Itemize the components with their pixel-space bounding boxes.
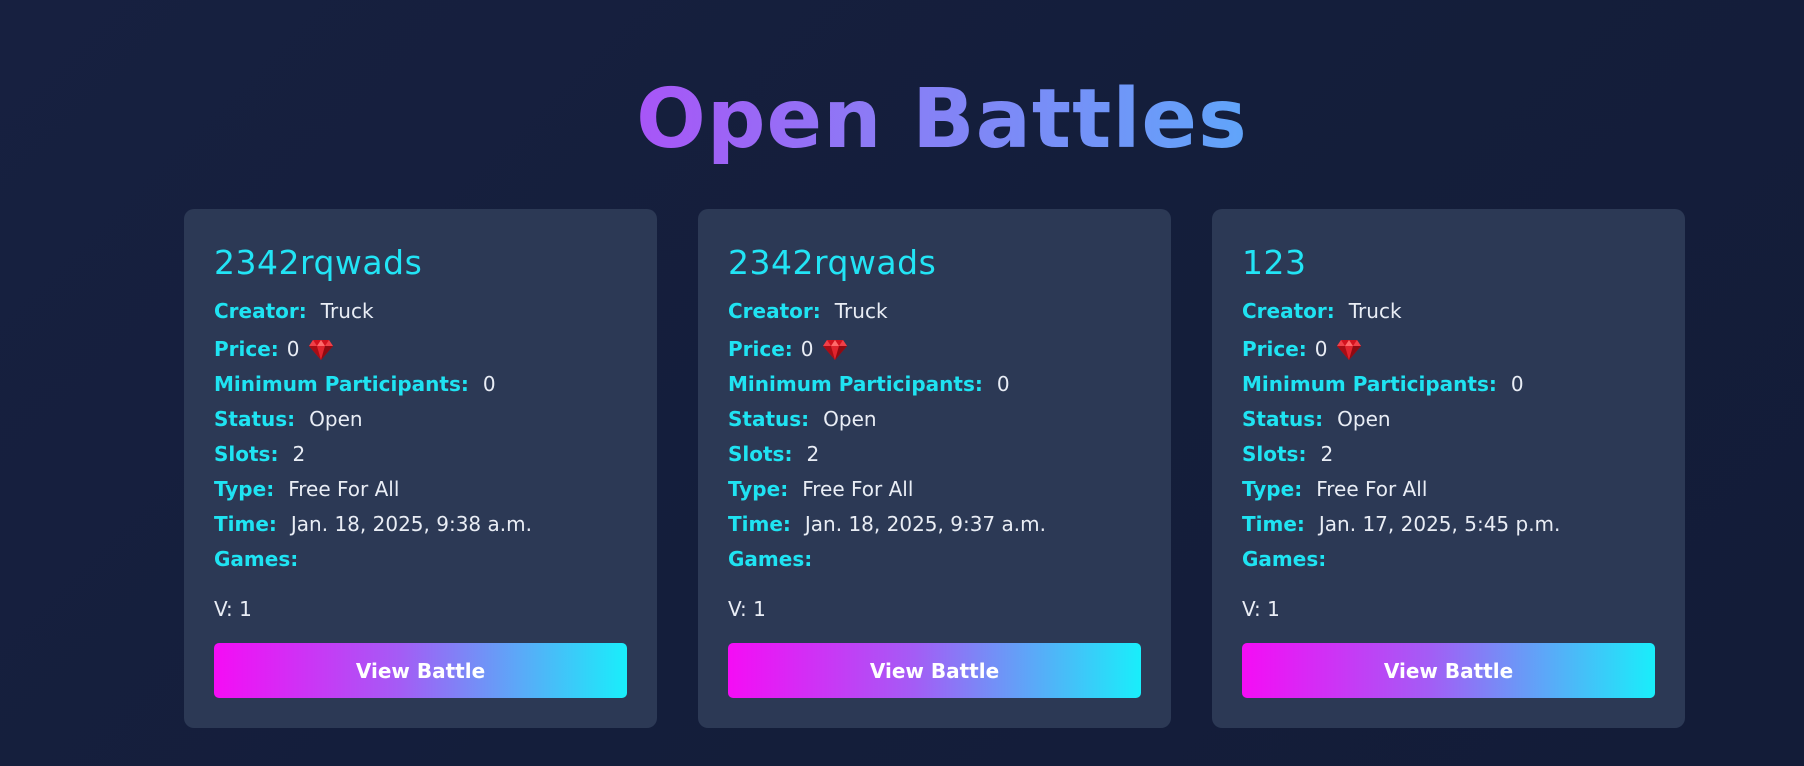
slots-label: Slots: [728,442,793,466]
time-value: Jan. 18, 2025, 9:37 a.m. [804,512,1046,536]
price-row: Price: 0 [214,332,627,367]
version-text: V: 1 [1242,597,1280,621]
games-label: Games: [214,547,299,571]
slots-row: Slots: 2 [1242,437,1655,472]
creator-label: Creator: [1242,299,1335,323]
time-value: Jan. 17, 2025, 5:45 p.m. [1318,512,1561,536]
gem-icon [308,339,333,360]
type-value: Free For All [802,477,914,501]
games-label: Games: [1242,547,1327,571]
min-participants-label: Minimum Participants: [214,372,469,396]
type-value: Free For All [288,477,400,501]
type-value: Free For All [1316,477,1428,501]
status-row: Status: Open [728,402,1141,437]
min-participants-value: 0 [482,372,496,396]
creator-row: Creator: Truck [728,291,1141,332]
time-value: Jan. 18, 2025, 9:38 a.m. [290,512,532,536]
games-label: Games: [728,547,813,571]
slots-row: Slots: 2 [728,437,1141,472]
min-participants-row: Minimum Participants: 0 [1242,367,1655,402]
status-value: Open [309,407,363,431]
open-battles-page: Open Battles 2342rqwads Creator: Truck P… [0,0,1804,766]
time-row: Time: Jan. 17, 2025, 5:45 p.m. [1242,507,1655,542]
slots-label: Slots: [1242,442,1307,466]
status-label: Status: [214,407,296,431]
price-value: 0 [800,337,814,361]
view-battle-button[interactable]: View Battle [214,643,627,698]
type-label: Type: [214,477,275,501]
status-row: Status: Open [1242,402,1655,437]
price-label: Price: [728,337,793,361]
time-row: Time: Jan. 18, 2025, 9:38 a.m. [214,507,627,542]
page-title: Open Battles [0,70,1804,170]
creator-row: Creator: Truck [1242,291,1655,332]
min-participants-value: 0 [1510,372,1524,396]
view-battle-button[interactable]: View Battle [1242,643,1655,698]
min-participants-value: 0 [996,372,1010,396]
status-label: Status: [1242,407,1324,431]
slots-value: 2 [1320,442,1334,466]
version-text: V: 1 [214,597,252,621]
creator-value: Truck [320,299,374,323]
version-text: V: 1 [728,597,766,621]
slots-value: 2 [292,442,306,466]
slots-row: Slots: 2 [214,437,627,472]
games-row: Games: [1242,542,1655,577]
gem-icon [1336,339,1361,360]
type-row: Type: Free For All [1242,472,1655,507]
gem-icon [822,339,847,360]
games-row: Games: [728,542,1141,577]
time-label: Time: [1242,512,1305,536]
page-title-text: Open Battles [636,72,1248,167]
min-participants-label: Minimum Participants: [728,372,983,396]
min-participants-row: Minimum Participants: 0 [214,367,627,402]
battle-card: 2342rqwads Creator: Truck Price: 0 Minim… [184,209,657,728]
status-label: Status: [728,407,810,431]
creator-value: Truck [834,299,888,323]
battle-name: 2342rqwads [214,243,423,282]
games-row: Games: [214,542,627,577]
creator-label: Creator: [728,299,821,323]
price-label: Price: [214,337,279,361]
creator-row: Creator: Truck [214,291,627,332]
battle-card: 123 Creator: Truck Price: 0 Minimum Part… [1212,209,1685,728]
type-row: Type: Free For All [728,472,1141,507]
creator-value: Truck [1348,299,1402,323]
battle-name: 2342rqwads [728,243,937,282]
type-row: Type: Free For All [214,472,627,507]
price-row: Price: 0 [728,332,1141,367]
status-value: Open [1337,407,1391,431]
status-row: Status: Open [214,402,627,437]
creator-label: Creator: [214,299,307,323]
min-participants-row: Minimum Participants: 0 [728,367,1141,402]
status-value: Open [823,407,877,431]
price-row: Price: 0 [1242,332,1655,367]
battle-card-list: 2342rqwads Creator: Truck Price: 0 Minim… [184,209,1685,728]
time-label: Time: [728,512,791,536]
type-label: Type: [1242,477,1303,501]
slots-value: 2 [806,442,820,466]
price-label: Price: [1242,337,1307,361]
battle-name: 123 [1242,243,1307,282]
type-label: Type: [728,477,789,501]
time-row: Time: Jan. 18, 2025, 9:37 a.m. [728,507,1141,542]
min-participants-label: Minimum Participants: [1242,372,1497,396]
view-battle-button[interactable]: View Battle [728,643,1141,698]
slots-label: Slots: [214,442,279,466]
battle-card: 2342rqwads Creator: Truck Price: 0 Minim… [698,209,1171,728]
price-value: 0 [1314,337,1328,361]
price-value: 0 [286,337,300,361]
time-label: Time: [214,512,277,536]
